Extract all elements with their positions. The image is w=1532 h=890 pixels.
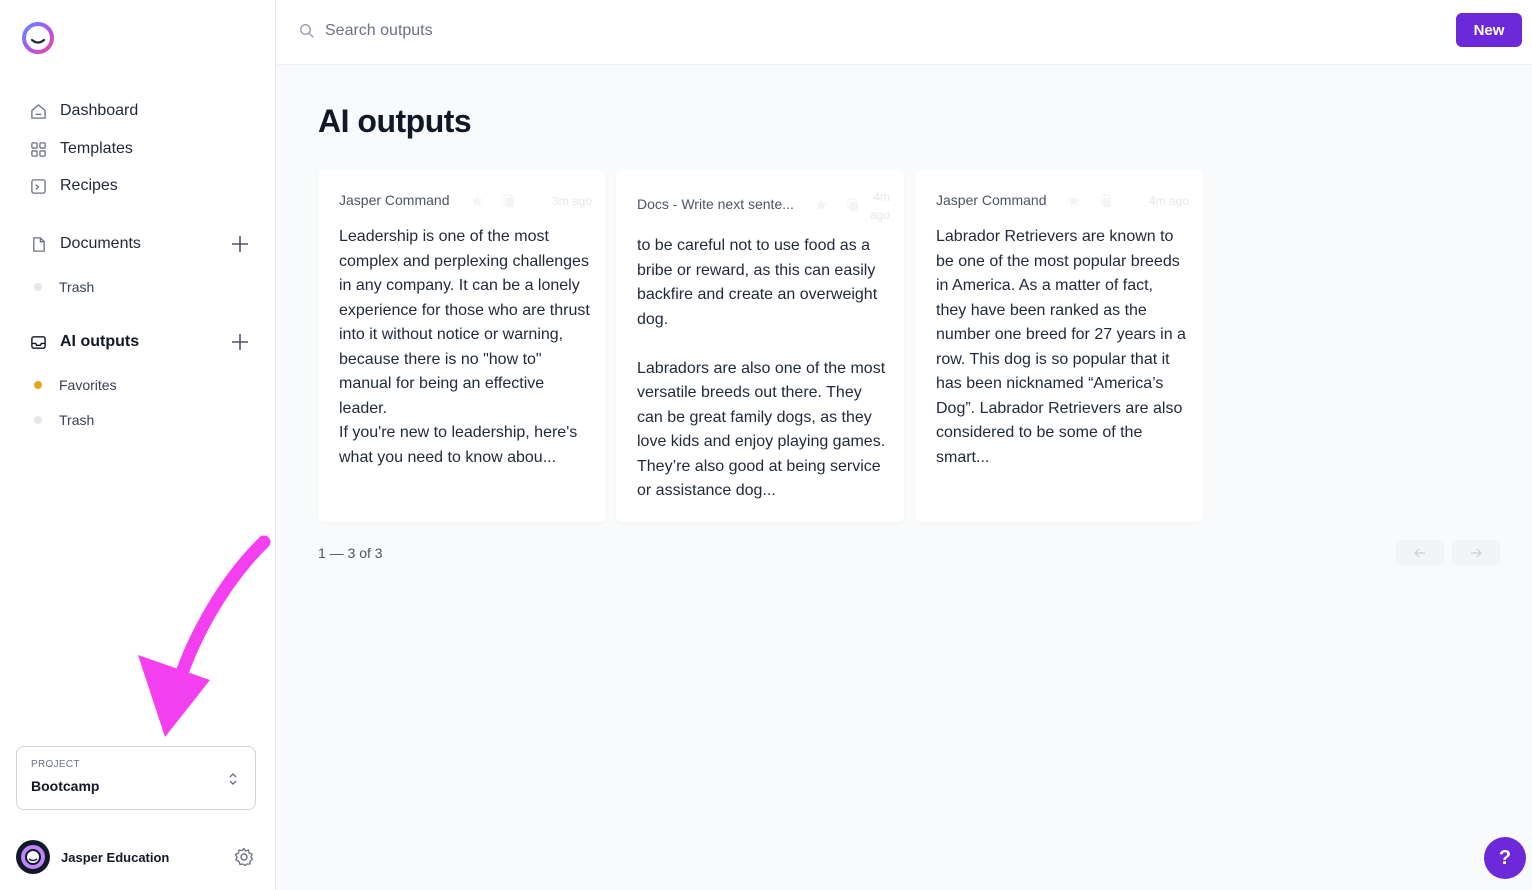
new-button[interactable]: New xyxy=(1456,13,1522,47)
jasper-logo-icon[interactable] xyxy=(20,22,56,54)
card-time: 3m ago xyxy=(551,194,592,208)
card-source: Jasper Command xyxy=(339,192,450,208)
project-selector[interactable]: PROJECT Bootcamp xyxy=(16,746,256,810)
chevron-updown-icon xyxy=(229,773,237,785)
pagination-summary: 1 — 3 of 3 xyxy=(318,545,383,561)
card-header: Jasper Command 4m ago xyxy=(936,192,1189,212)
sidebar-section-label: AI outputs xyxy=(60,333,140,350)
copy-icon[interactable] xyxy=(1099,194,1113,208)
grid-icon xyxy=(30,141,47,158)
copy-icon[interactable] xyxy=(502,194,516,208)
dot-icon xyxy=(34,381,42,389)
sidebar-item-documents-trash[interactable]: Trash xyxy=(34,274,94,300)
output-card[interactable]: Docs - Write next sente... 4m ago to be … xyxy=(616,170,904,522)
sidebar-section-ai-outputs[interactable]: AI outputs xyxy=(30,324,250,360)
add-document-icon[interactable] xyxy=(230,234,250,254)
card-header: Docs - Write next sente... 4m ago xyxy=(637,190,890,222)
top-bar: New xyxy=(277,0,1532,65)
sidebar-section-documents[interactable]: Documents xyxy=(30,226,250,262)
next-page-button[interactable] xyxy=(1452,540,1500,566)
sidebar-item-label: Favorites xyxy=(59,377,117,393)
sidebar-item-label: Trash xyxy=(59,412,95,428)
prev-page-button[interactable] xyxy=(1396,540,1444,566)
sidebar-item-label: Dashboard xyxy=(60,102,139,119)
user-name: Jasper Education xyxy=(61,849,170,865)
star-icon[interactable] xyxy=(470,194,484,208)
sidebar-item-label: Recipes xyxy=(60,177,118,194)
add-output-icon[interactable] xyxy=(230,332,250,352)
output-card[interactable]: Jasper Command 3m ago Leadership is one … xyxy=(318,170,606,522)
dot-icon xyxy=(34,283,42,291)
sidebar-section-label: Documents xyxy=(60,235,141,252)
project-name: Bootcamp xyxy=(31,778,100,794)
output-card[interactable]: Jasper Command 4m ago Labrador Retriever… xyxy=(915,170,1203,522)
avatar xyxy=(16,840,50,874)
arrow-right-icon xyxy=(1471,548,1482,558)
sidebar-item-templates[interactable]: Templates xyxy=(30,131,133,167)
star-icon[interactable] xyxy=(814,198,828,212)
project-label: PROJECT xyxy=(31,759,80,770)
page-title: AI outputs xyxy=(318,103,472,139)
home-icon xyxy=(30,103,47,120)
star-icon[interactable] xyxy=(1067,194,1081,208)
sidebar-item-dashboard[interactable]: Dashboard xyxy=(30,93,138,129)
card-time: 4m ago xyxy=(1148,194,1189,208)
card-header: Jasper Command 3m ago xyxy=(339,192,592,212)
sidebar-item-label: Trash xyxy=(59,279,95,295)
terminal-icon xyxy=(30,178,47,195)
document-icon xyxy=(30,236,47,253)
copy-icon[interactable] xyxy=(846,198,860,212)
sidebar: Dashboard Templates Recipes Documents Tr… xyxy=(0,0,276,890)
search-icon xyxy=(299,23,314,38)
sidebar-item-recipes[interactable]: Recipes xyxy=(30,168,118,204)
annotation-arrow-icon xyxy=(138,535,271,737)
help-button[interactable]: ? xyxy=(1484,837,1526,879)
card-source: Docs - Write next sente... xyxy=(637,196,794,212)
gear-icon[interactable] xyxy=(234,847,254,867)
sidebar-item-outputs-trash[interactable]: Trash xyxy=(34,407,94,433)
user-profile[interactable]: Jasper Education xyxy=(16,840,256,874)
sidebar-item-label: Templates xyxy=(60,140,133,157)
card-text: Leadership is one of the most complex an… xyxy=(339,228,590,466)
card-text: Labrador Retrievers are known to be one … xyxy=(936,228,1186,466)
sidebar-item-favorites[interactable]: Favorites xyxy=(34,372,117,398)
card-time: 4m ago xyxy=(869,190,890,222)
inbox-icon xyxy=(30,334,47,351)
arrow-left-icon xyxy=(1414,548,1425,558)
card-source: Jasper Command xyxy=(936,192,1047,208)
dot-icon xyxy=(34,416,42,424)
card-text: to be careful not to use food as a bribe… xyxy=(637,237,886,499)
search-input[interactable] xyxy=(325,16,925,46)
